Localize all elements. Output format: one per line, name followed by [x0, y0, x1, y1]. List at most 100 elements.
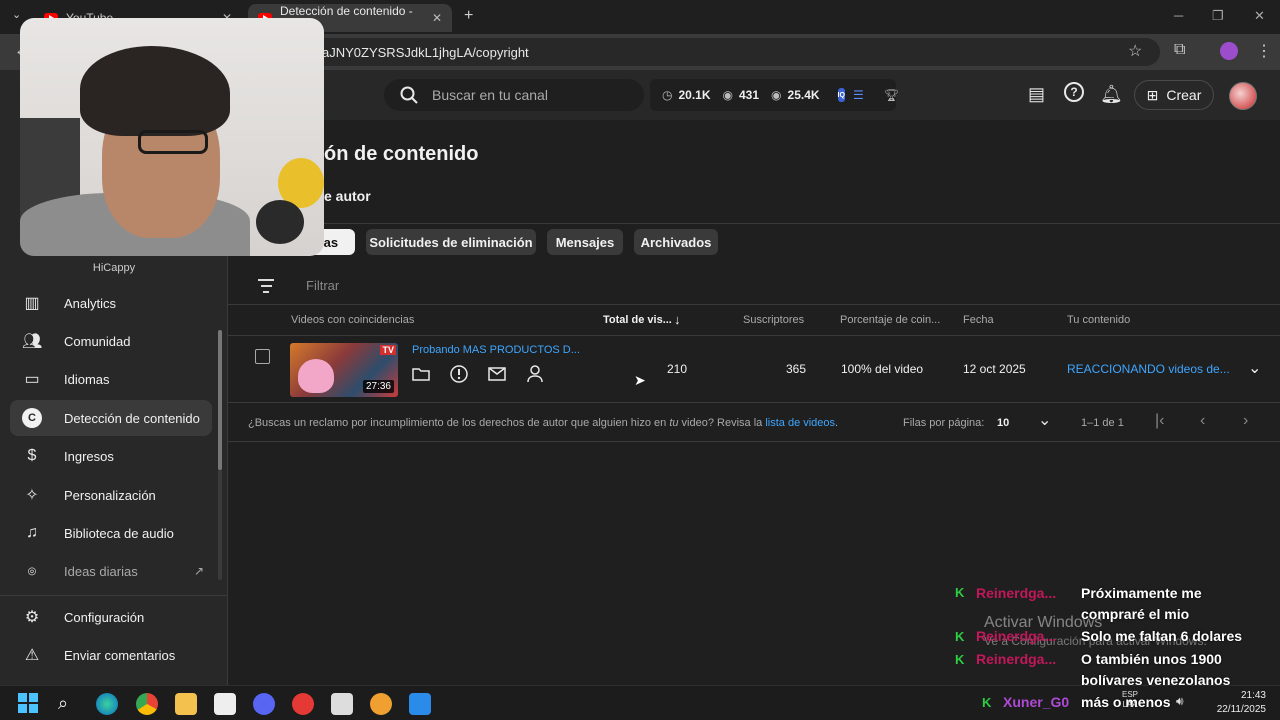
- lang-layout: LAA: [1122, 700, 1138, 709]
- url-text: aJNY0ZYSRSJdkL1jhgLA/copyright: [322, 44, 529, 60]
- footer-note-text: ¿Buscas un reclamo por incumplimiento de…: [248, 417, 670, 429]
- search-icon[interactable]: ⌕: [58, 693, 80, 715]
- ideas-icon: ◎: [27, 565, 37, 577]
- restore-icon[interactable]: ❐: [1212, 8, 1224, 24]
- kick-icon: K: [982, 695, 992, 710]
- menu-dots-icon[interactable]: ⋮: [1256, 41, 1272, 61]
- trophy-icon[interactable]: 🏆︎: [884, 88, 899, 102]
- volume-icon[interactable]: 🔊︎: [1176, 694, 1198, 716]
- bookmark-star-icon[interactable]: ☆: [1128, 41, 1142, 61]
- mail-icon[interactable]: [488, 365, 506, 383]
- eye-icon: ◉: [722, 88, 733, 102]
- alert-icon[interactable]: [450, 365, 468, 383]
- feedback-icon: ⚠: [24, 647, 40, 664]
- next-page-icon[interactable]: ›: [1243, 412, 1248, 430]
- stat-subscribers: 431: [739, 88, 760, 102]
- clock-time: 21:43: [1240, 690, 1266, 701]
- youtube-app-icon[interactable]: [292, 693, 314, 715]
- new-tab-button[interactable]: +: [464, 7, 473, 25]
- zoom-icon[interactable]: [409, 693, 431, 715]
- windows-start-icon[interactable]: [18, 693, 38, 713]
- kick-icon: K: [955, 585, 965, 600]
- stream-app-icon[interactable]: [370, 693, 392, 715]
- vidiq-icon[interactable]: IQ: [837, 88, 845, 102]
- avatar[interactable]: [1229, 82, 1257, 110]
- tab-list-icon[interactable]: ⌄: [12, 8, 21, 21]
- cell-date: 12 oct 2025: [963, 362, 1026, 376]
- profile-icon[interactable]: [1220, 42, 1238, 60]
- audio-library-icon: ♫: [26, 524, 38, 541]
- copyright-icon: C: [22, 408, 42, 428]
- column-header-percentage[interactable]: Porcentaje de coin...: [840, 314, 940, 326]
- chevron-down-icon[interactable]: ⌄: [1038, 410, 1051, 430]
- sidebar-item-audio-library[interactable]: ♫ Biblioteca de audio: [10, 515, 212, 551]
- prev-page-icon[interactable]: ‹: [1200, 412, 1205, 430]
- person-icon[interactable]: [526, 365, 544, 383]
- sidebar-item-label: Analytics: [64, 295, 117, 311]
- cell-percentage: 100% del video: [841, 362, 924, 376]
- sidebar-item-analytics[interactable]: ▥ Analytics: [10, 285, 212, 321]
- tab-copyright[interactable]: e autor: [324, 188, 371, 204]
- create-button[interactable]: ⊞ Crear: [1134, 80, 1214, 110]
- column-header-views[interactable]: Total de vis...: [603, 314, 672, 326]
- chip-removal-requests[interactable]: Solicitudes de eliminación: [366, 229, 536, 255]
- language-indicator[interactable]: ESP LAA: [1122, 690, 1138, 710]
- magic-wand-icon: ✧: [25, 487, 39, 504]
- sidebar-item-content-detection[interactable]: C Detección de contenido: [10, 400, 212, 436]
- edge-icon[interactable]: [96, 693, 118, 715]
- sidebar-item-languages[interactable]: ▭ Idiomas: [10, 361, 212, 397]
- kick-icon: K: [955, 629, 965, 644]
- community-icon: 👥︎: [22, 333, 43, 350]
- sidebar-scrollbar[interactable]: [218, 330, 222, 580]
- sidebar-item-earn[interactable]: $ Ingresos: [10, 438, 212, 474]
- url-input[interactable]: aJNY0ZYSRSJdkL1jhgLA/copyright: [310, 38, 1160, 66]
- video-duration: 27:36: [362, 380, 394, 393]
- sidebar-item-label: Ideas diarias: [64, 563, 138, 579]
- minimize-icon[interactable]: ─: [1174, 8, 1183, 23]
- sidebar-item-daily-ideas[interactable]: ◎ Ideas diarias ↗: [10, 553, 212, 589]
- filter-icon[interactable]: [258, 279, 274, 297]
- external-link-icon: ↗: [193, 564, 204, 578]
- search-input[interactable]: Buscar en tu canal: [384, 79, 644, 111]
- video-list-link[interactable]: lista de videos: [765, 417, 835, 429]
- app-icon[interactable]: [331, 693, 353, 715]
- column-header-subscribers[interactable]: Suscriptores: [743, 314, 804, 326]
- sidebar-item-community[interactable]: 👥︎ Comunidad: [10, 323, 212, 359]
- thumbnail-character: [298, 359, 334, 393]
- sidebar-item-settings[interactable]: ⚙ Configuración: [10, 599, 212, 635]
- chrome-icon[interactable]: [136, 693, 158, 715]
- sidebar-item-customization[interactable]: ✧ Personalización: [10, 477, 212, 513]
- row-checkbox[interactable]: [255, 349, 270, 364]
- capcut-icon[interactable]: [214, 693, 236, 715]
- clock-date: 22/11/2025: [1216, 704, 1266, 715]
- clock[interactable]: 21:43 22/11/2025: [1206, 689, 1266, 717]
- folder-icon[interactable]: [412, 365, 430, 383]
- stat-views: 25.4K: [787, 88, 820, 102]
- help-icon[interactable]: ?: [1064, 82, 1084, 102]
- rows-per-page-select[interactable]: 10: [997, 417, 1009, 429]
- scrollbar-thumb[interactable]: [218, 330, 222, 470]
- extensions-icon[interactable]: ⧉: [1174, 41, 1185, 59]
- sidebar-item-feedback[interactable]: ⚠ Enviar comentarios: [10, 637, 212, 673]
- sort-arrow-down-icon[interactable]: ↓: [674, 312, 681, 327]
- chip-archived[interactable]: Archivados: [634, 229, 718, 255]
- chip-messages[interactable]: Mensajes: [547, 229, 623, 255]
- webcam-overlay: [20, 18, 324, 256]
- discord-icon[interactable]: [253, 693, 275, 715]
- video-thumbnail[interactable]: TV 27:36: [290, 343, 398, 397]
- window-close-icon[interactable]: ✕: [1254, 8, 1265, 24]
- expand-chevron-icon[interactable]: ⌄: [1248, 358, 1261, 378]
- sidebar-item-label: Detección de contenido: [64, 410, 200, 426]
- close-icon[interactable]: ✕: [432, 11, 442, 25]
- first-page-icon[interactable]: |‹: [1155, 412, 1164, 430]
- filter-input[interactable]: Filtrar: [306, 278, 339, 293]
- list-icon[interactable]: ☰: [853, 88, 864, 102]
- divider: [0, 595, 228, 596]
- video-title-link[interactable]: Probando MAS PRODUCTOS D...: [412, 344, 580, 356]
- messages-icon[interactable]: ▤: [1028, 84, 1045, 105]
- cell-your-content-link[interactable]: REACCIONANDO videos de...: [1067, 362, 1230, 376]
- table-row[interactable]: TV 27:36 Probando MAS PRODUCTOS D... ➤ 2…: [228, 335, 1280, 403]
- file-explorer-icon[interactable]: [175, 693, 197, 715]
- column-header-date[interactable]: Fecha: [963, 314, 994, 326]
- bell-icon[interactable]: 🔔︎: [1100, 84, 1123, 105]
